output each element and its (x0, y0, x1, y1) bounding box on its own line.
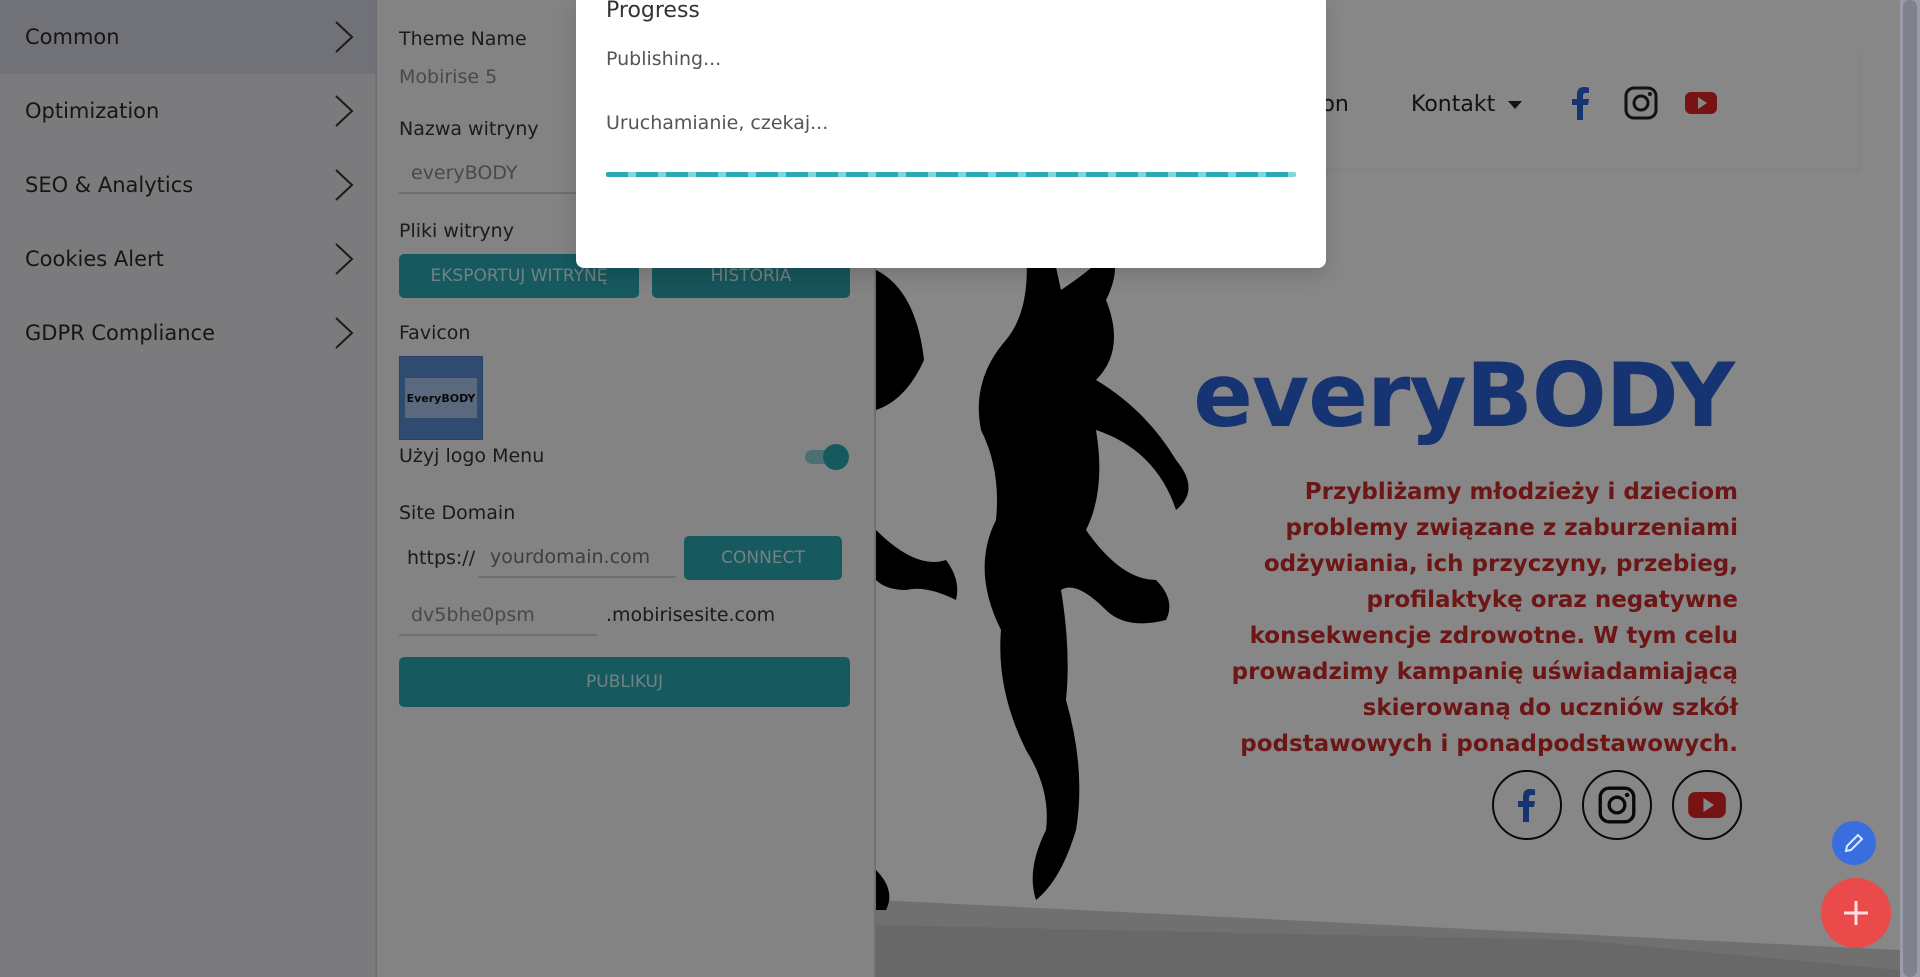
edit-block-button[interactable] (1832, 821, 1876, 865)
dialog-message: Uruchamianie, czekaj... (606, 112, 829, 134)
progress-fill (606, 172, 1296, 177)
scrollbar-thumb[interactable] (1903, 0, 1917, 977)
plus-icon (1844, 901, 1868, 925)
page-scrollbar[interactable] (1900, 0, 1920, 977)
publish-progress-bar (606, 172, 1296, 177)
dialog-title: Progress (606, 0, 700, 23)
dialog-subtitle: Publishing... (606, 48, 722, 70)
add-block-button[interactable] (1821, 878, 1891, 948)
pencil-icon (1844, 833, 1864, 853)
progress-dialog: Progress Publishing... Uruchamianie, cze… (576, 0, 1326, 268)
